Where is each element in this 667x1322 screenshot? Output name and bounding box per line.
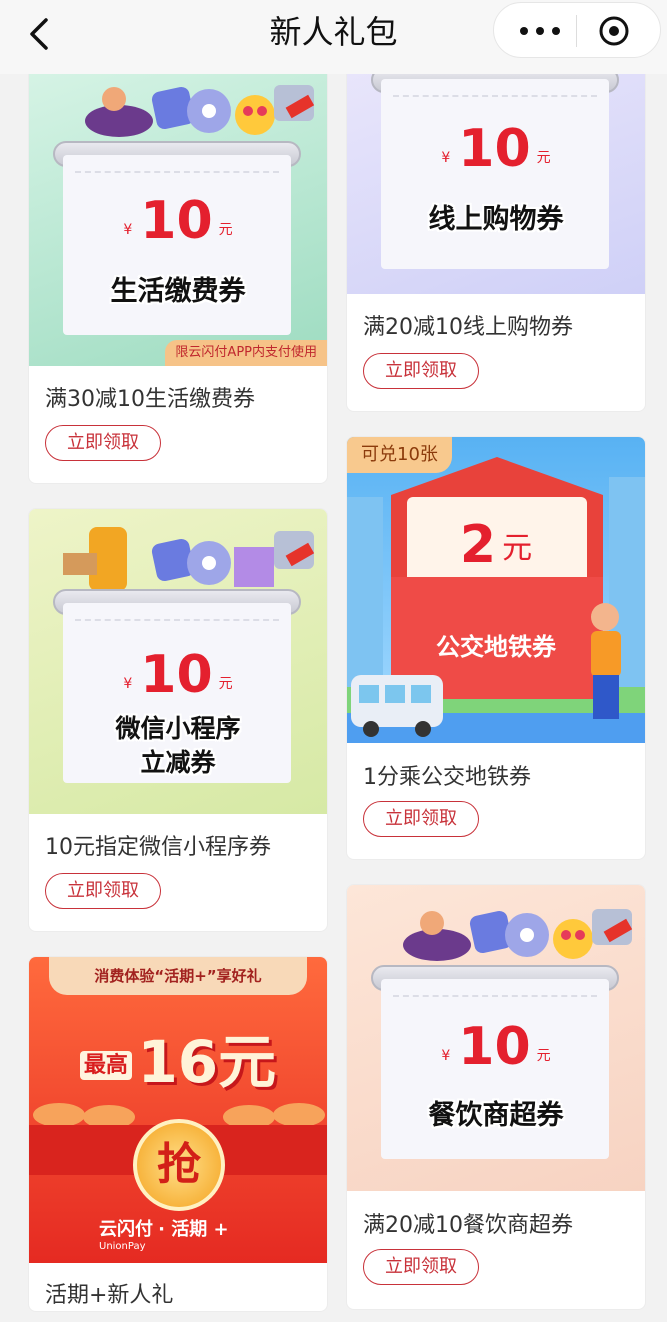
coupon-name: 满20减10线上购物券 — [363, 315, 573, 340]
coupon-name: 满20减10餐饮商超券 — [363, 1213, 573, 1238]
claim-button[interactable]: 立即领取 — [363, 1249, 479, 1285]
usage-restriction-note: 限云闪付APP内支付使用 — [165, 340, 327, 366]
coupon-amount: ¥10 元 — [441, 1017, 551, 1077]
promo-top-banner: 消费体验“活期+”享好礼 — [49, 957, 307, 995]
coupon-card-transit[interactable]: 可兑10张 2元 公交地铁券 1分乘公交地铁券 立即领取 — [346, 436, 646, 860]
redeem-count-badge: 可兑10张 — [347, 437, 452, 473]
coupon-image: ¥10 元 微信小程序 立减券 — [29, 509, 327, 814]
coupon-title: 线上购物券 — [428, 204, 564, 235]
city-transit-illustration — [347, 457, 645, 743]
promo-prefix: 最高 — [79, 1051, 132, 1080]
claim-button[interactable]: 立即领取 — [363, 801, 479, 837]
ticket-dashed-line — [75, 619, 279, 621]
coupon-title: 餐饮商超券 — [428, 1100, 564, 1131]
top-nav-bar: 新人礼包 — [0, 0, 667, 74]
coupon-image: ¥10 元 生活缴费券 限云闪付APP内支付使用 — [29, 61, 327, 366]
ticket-dashed-line — [75, 171, 279, 173]
claim-button[interactable]: 立即领取 — [363, 353, 479, 389]
coupon-name: 10元指定微信小程序券 — [45, 835, 271, 860]
promo-name: 活期+新人礼 — [45, 1283, 174, 1308]
coupon-title-line1: 微信小程序 — [115, 714, 241, 743]
promo-top-text: 消费体验“活期+”享好礼 — [94, 967, 262, 985]
grab-button-graphic[interactable]: 抢 — [133, 1119, 225, 1211]
promo-card-huoqi[interactable]: 消费体验“活期+”享好礼 最高 16元 抢 云闪付 · 活期 + UnionPa… — [28, 956, 328, 1312]
coupon-card-utility[interactable]: ¥10 元 生活缴费券 限云闪付APP内支付使用 满30减10生活缴费券 立即领取 — [28, 60, 328, 484]
coupon-amount: ¥10 元 — [441, 119, 551, 179]
more-options-icon[interactable] — [512, 11, 572, 51]
promo-headline: 最高 16元 — [29, 1015, 327, 1099]
coupon-amount: 2元 — [459, 515, 533, 575]
mini-program-capsule — [493, 2, 661, 58]
brand-logo: 云闪付 · 活期 + UnionPay — [99, 1219, 229, 1252]
coupon-amount: ¥10 元 — [123, 191, 233, 251]
ticket-dashed-line — [393, 995, 597, 997]
coupon-name: 1分乘公交地铁券 — [363, 765, 531, 790]
coupon-card-online-shopping[interactable]: ¥10 元 线上购物券 满20减10线上购物券 立即领取 — [346, 60, 646, 412]
shopping-stickers-icon — [63, 527, 315, 591]
close-mini-program-icon[interactable] — [592, 9, 636, 53]
coupon-image: ¥10 元 线上购物券 — [347, 61, 645, 294]
coupon-image: ¥10 元 餐饮商超券 — [347, 885, 645, 1191]
coupon-title: 公交地铁券 — [436, 633, 556, 661]
coupon-card-dining-grocery[interactable]: ¥10 元 餐饮商超券 满20减10餐饮商超券 立即领取 — [346, 884, 646, 1310]
claim-button[interactable]: 立即领取 — [45, 425, 161, 461]
coupon-card-wechat-miniprogram[interactable]: ¥10 元 微信小程序 立减券 10元指定微信小程序券 立即领取 — [28, 508, 328, 932]
coupon-name: 满30减10生活缴费券 — [45, 387, 255, 412]
promo-image: 消费体验“活期+”享好礼 最高 16元 抢 云闪付 · 活期 + UnionPa… — [29, 957, 327, 1263]
coupon-title-line2: 立减券 — [140, 748, 216, 777]
promo-amount: 16元 — [137, 1028, 277, 1096]
party-stickers-icon — [403, 909, 633, 961]
capsule-divider — [576, 15, 577, 47]
claim-button[interactable]: 立即领取 — [45, 873, 161, 909]
coupon-amount: ¥10 元 — [123, 645, 233, 705]
party-stickers-icon — [85, 85, 315, 137]
coupon-title: 生活缴费券 — [110, 276, 246, 307]
coupon-image: 可兑10张 2元 公交地铁券 — [347, 437, 645, 743]
ticket-dashed-line — [393, 95, 597, 97]
